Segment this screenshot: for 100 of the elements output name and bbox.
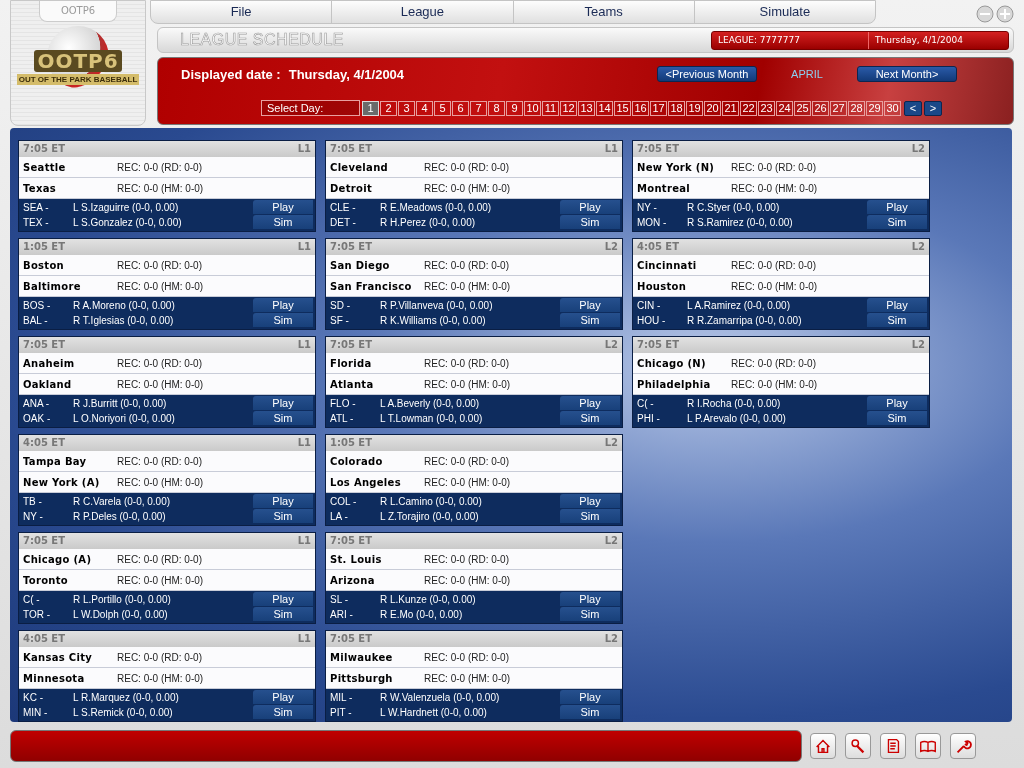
day-button[interactable]: 1: [362, 100, 379, 116]
day-button[interactable]: 11: [542, 100, 559, 116]
sim-button[interactable]: Sim: [253, 607, 313, 621]
day-button[interactable]: 9: [506, 100, 523, 116]
team-record: REC: 0-0 (RD: 0-0): [117, 259, 202, 271]
previous-month-button[interactable]: <Previous Month: [657, 66, 757, 82]
team-record: REC: 0-0 (RD: 0-0): [424, 651, 509, 663]
next-day-button[interactable]: >: [924, 100, 942, 116]
day-button[interactable]: 27: [830, 100, 847, 116]
team-record: REC: 0-0 (RD: 0-0): [731, 161, 816, 173]
play-button[interactable]: Play: [867, 298, 927, 312]
next-month-button[interactable]: Next Month>: [857, 66, 957, 82]
day-button[interactable]: 6: [452, 100, 469, 116]
game-time: 4:05 ET: [637, 240, 679, 254]
sim-button[interactable]: Sim: [867, 313, 927, 327]
sim-button[interactable]: Sim: [560, 705, 620, 719]
league-tag: L2: [604, 435, 618, 451]
sim-button[interactable]: Sim: [560, 411, 620, 425]
play-button[interactable]: Play: [560, 298, 620, 312]
day-button[interactable]: 5: [434, 100, 451, 116]
day-button[interactable]: 18: [668, 100, 685, 116]
play-button[interactable]: Play: [560, 592, 620, 606]
sim-button[interactable]: Sim: [253, 509, 313, 523]
team-record: REC: 0-0 (HM: 0-0): [731, 182, 818, 194]
starting-pitcher: L Z.Torajiro (0-0, 0.00): [380, 511, 479, 522]
team-record: REC: 0-0 (HM: 0-0): [117, 574, 204, 586]
day-button[interactable]: 26: [812, 100, 829, 116]
day-button[interactable]: 30: [884, 100, 901, 116]
sim-button[interactable]: Sim: [253, 313, 313, 327]
day-button[interactable]: 23: [758, 100, 775, 116]
team-record: REC: 0-0 (RD: 0-0): [117, 455, 202, 467]
team-record: REC: 0-0 (HM: 0-0): [117, 672, 204, 684]
game-time: 1:05 ET: [330, 436, 372, 450]
day-button[interactable]: 15: [614, 100, 631, 116]
play-button[interactable]: Play: [560, 396, 620, 410]
sim-button[interactable]: Sim: [560, 313, 620, 327]
play-button[interactable]: Play: [253, 690, 313, 704]
day-button[interactable]: 16: [632, 100, 649, 116]
play-button[interactable]: Play: [560, 494, 620, 508]
sim-button[interactable]: Sim: [253, 215, 313, 229]
team-abbreviation: ARI -: [330, 609, 354, 620]
sim-button[interactable]: Sim: [253, 705, 313, 719]
sim-button[interactable]: Sim: [560, 509, 620, 523]
day-button[interactable]: 3: [398, 100, 415, 116]
team-name: Florida: [330, 357, 373, 369]
day-button[interactable]: 22: [740, 100, 757, 116]
play-button[interactable]: Play: [253, 494, 313, 508]
day-button[interactable]: 21: [722, 100, 739, 116]
day-button[interactable]: 19: [686, 100, 703, 116]
minimize-icon[interactable]: [976, 5, 994, 23]
play-button[interactable]: Play: [560, 690, 620, 704]
starting-pitcher: L P.Arevalo (0-0, 0.00): [687, 413, 786, 424]
sim-button[interactable]: Sim: [867, 215, 927, 229]
menu-item[interactable]: Teams: [513, 1, 695, 23]
league-tag: L2: [604, 631, 618, 647]
toolbar-button[interactable]: [880, 733, 906, 759]
menu-item[interactable]: League: [332, 1, 514, 23]
day-button[interactable]: 12: [560, 100, 577, 116]
toolbar-button[interactable]: [950, 733, 976, 759]
game-time: 7:05 ET: [330, 240, 372, 254]
day-button[interactable]: 17: [650, 100, 667, 116]
starting-pitcher: L S.Izaguirre (0-0, 0.00): [73, 202, 179, 213]
play-button[interactable]: Play: [253, 200, 313, 214]
sim-button[interactable]: Sim: [560, 607, 620, 621]
league-tag: L1: [297, 141, 311, 157]
play-button[interactable]: Play: [253, 298, 313, 312]
day-button[interactable]: 2: [380, 100, 397, 116]
play-button[interactable]: Play: [560, 200, 620, 214]
toolbar-button[interactable]: [915, 733, 941, 759]
day-button[interactable]: 13: [578, 100, 595, 116]
day-button[interactable]: 14: [596, 100, 613, 116]
day-button[interactable]: 29: [866, 100, 883, 116]
team-name: Texas: [23, 182, 57, 194]
day-button[interactable]: 10: [524, 100, 541, 116]
sim-button[interactable]: Sim: [253, 411, 313, 425]
team-record: REC: 0-0 (HM: 0-0): [117, 378, 204, 390]
toolbar-button[interactable]: [845, 733, 871, 759]
day-button[interactable]: 4: [416, 100, 433, 116]
day-button[interactable]: 8: [488, 100, 505, 116]
league-label: LEAGUE: 7777777: [712, 31, 869, 49]
team-record: REC: 0-0 (RD: 0-0): [117, 553, 202, 565]
menu-item[interactable]: Simulate: [694, 1, 875, 23]
play-button[interactable]: Play: [867, 396, 927, 410]
play-button[interactable]: Play: [253, 396, 313, 410]
maximize-icon[interactable]: [996, 5, 1014, 23]
day-button[interactable]: 7: [470, 100, 487, 116]
day-button[interactable]: 25: [794, 100, 811, 116]
sim-button[interactable]: Sim: [867, 411, 927, 425]
previous-day-button[interactable]: <: [904, 100, 922, 116]
menu-item[interactable]: File: [151, 1, 333, 23]
play-button[interactable]: Play: [867, 200, 927, 214]
sim-button[interactable]: Sim: [560, 215, 620, 229]
toolbar-button[interactable]: [810, 733, 836, 759]
day-button[interactable]: 24: [776, 100, 793, 116]
play-button[interactable]: Play: [253, 592, 313, 606]
team-name: Philadelphia: [637, 378, 712, 390]
day-button[interactable]: 28: [848, 100, 865, 116]
team-name: Atlanta: [330, 378, 375, 390]
team-name: New York (N): [637, 161, 716, 173]
day-button[interactable]: 20: [704, 100, 721, 116]
